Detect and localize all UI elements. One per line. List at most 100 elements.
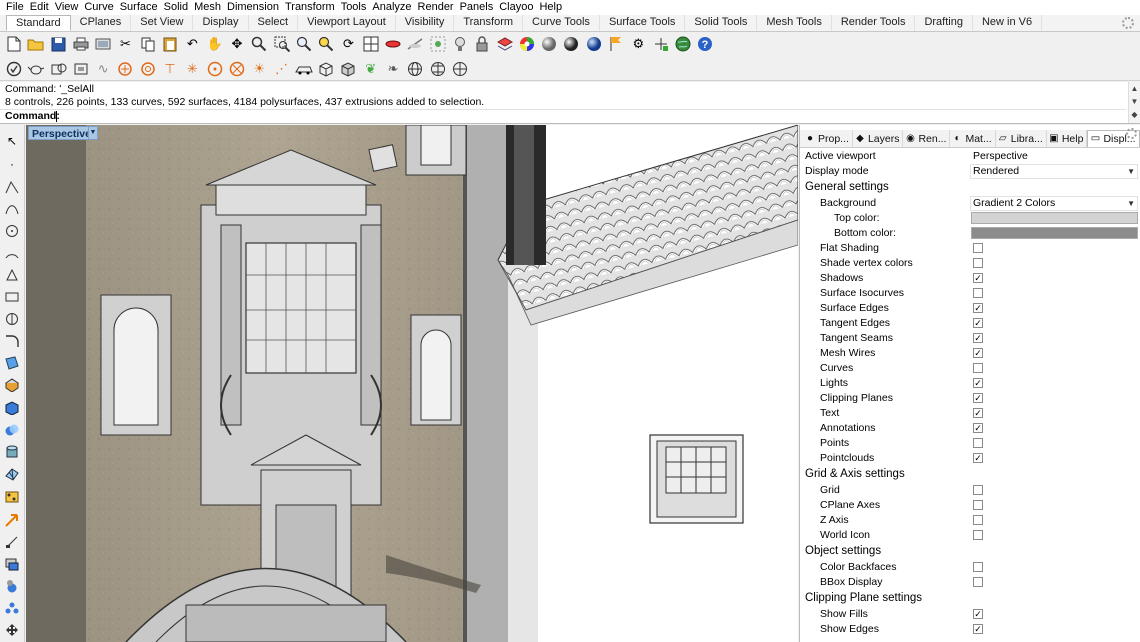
command-prompt[interactable]: Command: <box>0 109 1126 123</box>
panel-tab-layers[interactable]: ◆ Layers <box>853 130 904 147</box>
scroll-expand-icon[interactable]: ◆ <box>1129 108 1140 121</box>
menu-item-surface[interactable]: Surface <box>117 0 161 15</box>
osnap-end-icon[interactable] <box>116 60 134 78</box>
checkbox[interactable] <box>973 515 983 525</box>
checkbox[interactable]: ✓ <box>973 624 983 634</box>
panel-tab-properties[interactable]: ● Prop... <box>803 130 853 147</box>
tab-cplanes[interactable]: CPlanes <box>71 15 132 31</box>
surface-corner-icon[interactable] <box>4 355 20 371</box>
solid-cylinder-icon[interactable] <box>4 444 20 460</box>
osnap-cen-icon[interactable] <box>206 60 224 78</box>
pan-hand-icon[interactable]: ✋ <box>206 35 224 53</box>
zoom-window-icon[interactable] <box>273 35 291 53</box>
menu-item-edit[interactable]: Edit <box>27 0 52 15</box>
checkbox[interactable]: ✓ <box>973 408 983 418</box>
panel-tab-materials[interactable]: ◐ Mat... <box>950 130 996 147</box>
open-folder-icon[interactable] <box>27 35 45 53</box>
tab-mesh-tools[interactable]: Mesh Tools <box>757 15 832 31</box>
block-icon[interactable] <box>72 60 90 78</box>
checkbox[interactable]: ✓ <box>973 609 983 619</box>
hide-objects-icon[interactable] <box>406 35 424 53</box>
tab-surface-tools[interactable]: Surface Tools <box>600 15 686 31</box>
checkbox[interactable]: ✓ <box>973 273 983 283</box>
checkbox[interactable]: ✓ <box>973 318 983 328</box>
cut-icon[interactable]: ✂ <box>116 35 134 53</box>
undo-icon[interactable]: ↶ <box>183 35 201 53</box>
plant-icon[interactable]: ❦ <box>362 60 380 78</box>
sphere-wire-icon[interactable] <box>406 60 424 78</box>
import-icon[interactable] <box>94 35 112 53</box>
dimension-icon[interactable] <box>4 489 20 505</box>
move-icon[interactable] <box>4 622 20 638</box>
drafting-icon[interactable] <box>4 600 20 616</box>
checkbox[interactable]: ✓ <box>973 348 983 358</box>
menu-item-solid[interactable]: Solid <box>161 0 191 15</box>
bottom-color-swatch[interactable] <box>971 227 1138 239</box>
menu-item-mesh[interactable]: Mesh <box>191 0 224 15</box>
new-file-icon[interactable] <box>5 35 23 53</box>
save-icon[interactable] <box>50 35 68 53</box>
tab-display[interactable]: Display <box>193 15 249 31</box>
sphere-mesh-icon[interactable] <box>429 60 447 78</box>
zoom-selected-icon[interactable] <box>317 35 335 53</box>
osnap-point-icon[interactable]: ⊤ <box>161 60 179 78</box>
command-scrollbar[interactable]: ▲ ▼ ◆ <box>1128 82 1140 123</box>
zoom-icon[interactable] <box>250 35 268 53</box>
color-wheel-icon[interactable] <box>518 35 536 53</box>
panel-options-gear-icon[interactable] <box>1126 128 1137 139</box>
checkbox[interactable]: ✓ <box>973 303 983 313</box>
tab-select[interactable]: Select <box>249 15 299 31</box>
viewport-title-tab[interactable]: Perspective <box>28 126 95 140</box>
tab-curve-tools[interactable]: Curve Tools <box>523 15 600 31</box>
checkbox[interactable] <box>973 577 983 587</box>
four-viewports-icon[interactable] <box>362 35 380 53</box>
menu-item-clayoo[interactable]: Clayoo <box>496 0 536 15</box>
polygon-icon[interactable] <box>4 311 20 327</box>
fillet-curve-icon[interactable] <box>4 333 20 349</box>
checkbox[interactable]: ✓ <box>973 333 983 343</box>
layer-color-icon[interactable] <box>496 35 514 53</box>
copy-icon[interactable] <box>139 35 157 53</box>
menu-item-transform[interactable]: Transform <box>282 0 338 15</box>
display-mode-dropdown[interactable]: Rendered ▼ <box>970 164 1138 179</box>
lightbulb-icon[interactable] <box>451 35 469 53</box>
leaf-icon[interactable]: ❧ <box>384 60 402 78</box>
osnap-mid-icon[interactable]: ✳ <box>183 60 201 78</box>
section-general-settings[interactable]: General settings <box>800 179 1140 196</box>
move-view-icon[interactable]: ✥ <box>228 35 246 53</box>
analyze-icon[interactable] <box>4 556 20 572</box>
checkbox[interactable] <box>973 438 983 448</box>
checkbox[interactable] <box>973 243 983 253</box>
menu-item-view[interactable]: View <box>52 0 82 15</box>
checkbox[interactable]: ✓ <box>973 378 983 388</box>
checkbox[interactable] <box>973 288 983 298</box>
osnap-int-icon[interactable] <box>228 60 246 78</box>
mesh-icon[interactable] <box>4 466 20 482</box>
help-question-icon[interactable]: ? <box>696 35 714 53</box>
cube-outline-icon[interactable] <box>317 60 335 78</box>
circle-icon[interactable] <box>4 223 20 239</box>
osnap-near-icon[interactable] <box>139 60 157 78</box>
osnap-tan-icon[interactable]: ⋰ <box>273 60 291 78</box>
select-arrow-icon[interactable]: ↖ <box>4 133 20 149</box>
tab-settings-gear-icon[interactable] <box>1122 17 1134 29</box>
curve-icon[interactable] <box>4 201 20 217</box>
transform-array-icon[interactable] <box>4 534 20 550</box>
menu-item-panels[interactable]: Panels <box>457 0 497 15</box>
panel-tab-help[interactable]: ▣ Help <box>1047 130 1088 147</box>
section-clipping-plane-settings[interactable]: Clipping Plane settings <box>800 590 1140 607</box>
checkbox[interactable] <box>973 485 983 495</box>
tab-render-tools[interactable]: Render Tools <box>832 15 916 31</box>
shaded-sphere-icon[interactable] <box>540 35 558 53</box>
viewport-menu-dropdown-icon[interactable]: ▼ <box>88 126 98 140</box>
tab-transform[interactable]: Transform <box>454 15 524 31</box>
point-icon[interactable]: · <box>4 156 20 172</box>
command-input-caret[interactable] <box>56 111 57 122</box>
top-color-swatch[interactable] <box>971 212 1138 224</box>
tab-set-view[interactable]: Set View <box>131 15 194 31</box>
checkbox[interactable] <box>973 500 983 510</box>
gumball-icon[interactable] <box>451 60 469 78</box>
osnap-perp-icon[interactable]: ☀ <box>250 60 268 78</box>
menu-item-file[interactable]: File <box>3 0 27 15</box>
menu-item-analyze[interactable]: Analyze <box>369 0 414 15</box>
